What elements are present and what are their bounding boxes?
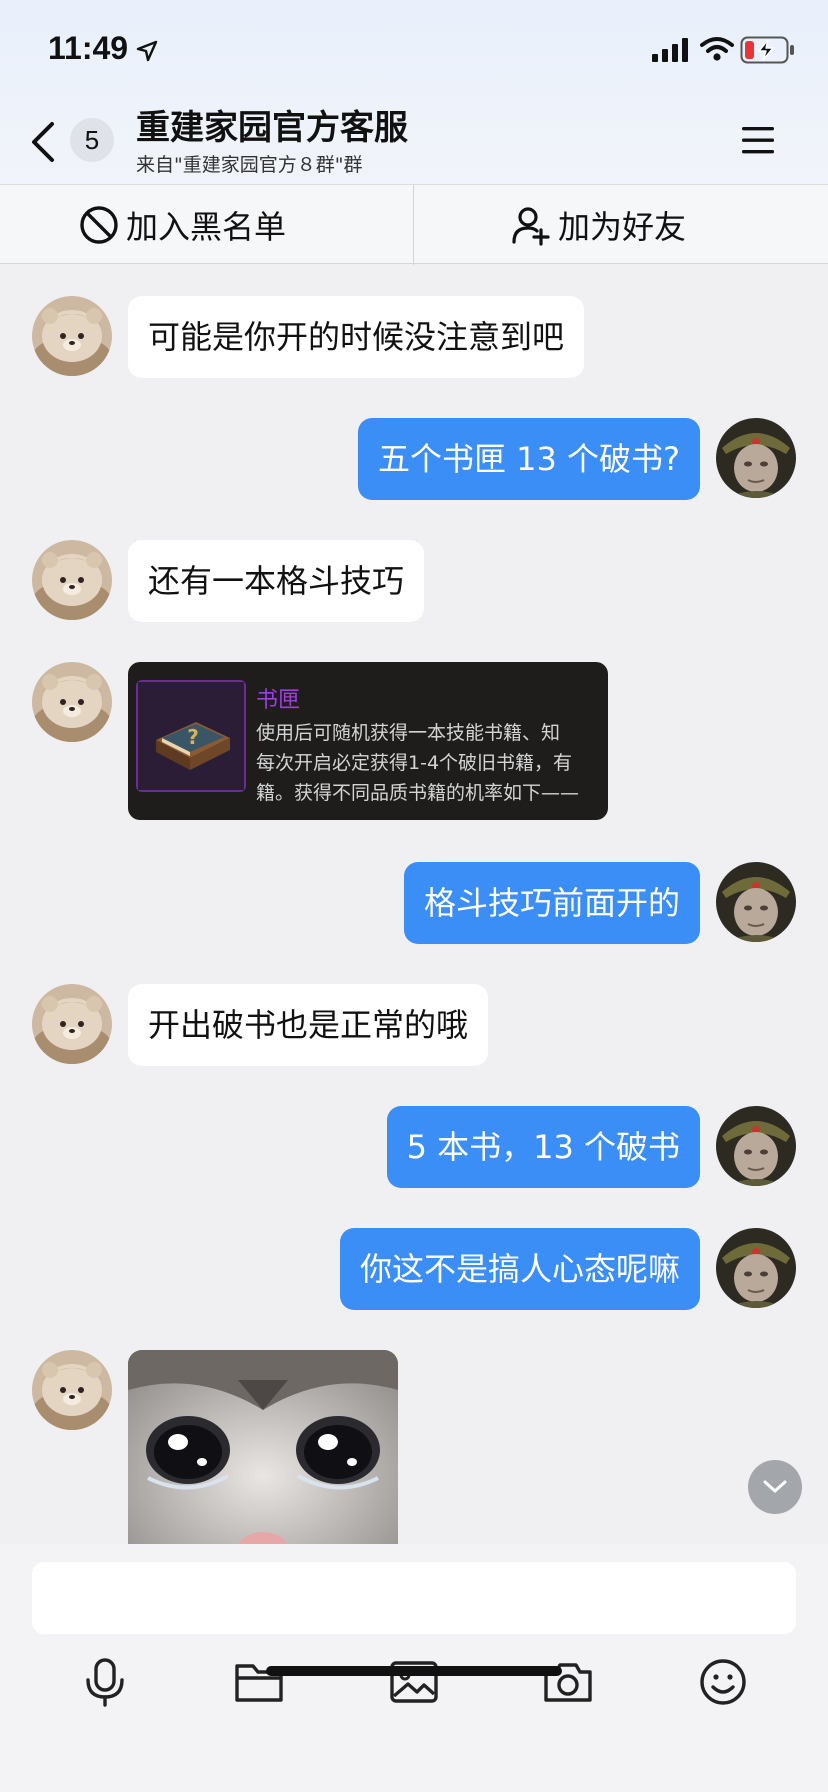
action-bar: 加入黑名单 加为好友 — [0, 184, 828, 265]
unread-count-badge[interactable]: 5 — [70, 118, 114, 162]
item-description-line: 使用后可随机获得一本技能书籍、知 — [256, 722, 561, 744]
battery-charging-icon — [740, 36, 794, 64]
user-avatar[interactable] — [716, 1228, 796, 1308]
scroll-to-bottom-button[interactable] — [748, 1460, 802, 1514]
chat-message-list[interactable]: 可能是你开的时候没注意到吧 五个书匣 13 个破书? 还有一本格斗技巧 ? 书匣… — [0, 264, 828, 1544]
outgoing-message-bubble[interactable]: 你这不是搞人心态呢嘛 — [339, 1228, 700, 1310]
image-icon — [390, 1661, 438, 1703]
item-description-line: 每次开启必定获得1-4个破旧书籍，有 — [256, 752, 573, 774]
emoji-button[interactable] — [695, 1654, 751, 1710]
status-time: 11:49 — [48, 30, 129, 66]
agent-avatar[interactable] — [32, 540, 112, 620]
image-button[interactable] — [386, 1654, 442, 1710]
item-screenshot-image[interactable]: ? 书匣 使用后可随机获得一本技能书籍、知 每次开启必定获得1-4个破旧书籍，有… — [128, 662, 608, 820]
camera-button[interactable] — [540, 1654, 596, 1710]
microphone-icon — [86, 1658, 124, 1707]
item-name: 书匣 — [256, 688, 301, 713]
microphone-button[interactable] — [77, 1654, 133, 1710]
incoming-message-bubble[interactable]: 可能是你开的时候没注意到吧 — [128, 296, 585, 378]
add-friend-label: 加为好友 — [558, 208, 687, 246]
outgoing-message-bubble[interactable]: 格斗技巧前面开的 — [403, 862, 700, 944]
wifi-icon — [700, 37, 734, 61]
add-to-blacklist-label: 加入黑名单 — [126, 208, 287, 246]
file-button[interactable] — [231, 1654, 287, 1710]
hamburger-menu-icon[interactable] — [738, 120, 778, 160]
item-description-line: 籍。获得不同品质书籍的机率如下—— — [256, 782, 580, 804]
outgoing-message-bubble[interactable]: 五个书匣 13 个破书? — [357, 418, 700, 500]
cellular-signal-icon — [652, 38, 688, 62]
chevron-down-icon — [763, 1480, 787, 1493]
location-arrow-icon — [136, 40, 158, 62]
crying-cat-sticker[interactable] — [128, 1350, 398, 1544]
agent-avatar[interactable] — [32, 296, 112, 376]
folder-icon — [235, 1664, 283, 1702]
outgoing-message-bubble[interactable]: 5 本书，13 个破书 — [386, 1106, 700, 1188]
add-friend-button[interactable]: 加为好友 — [510, 185, 686, 265]
agent-avatar[interactable] — [32, 1350, 112, 1430]
page-subtitle: 来自"重建家园官方８群"群 — [136, 154, 363, 176]
agent-avatar[interactable] — [32, 984, 112, 1064]
message-input[interactable] — [32, 1562, 796, 1634]
page-title: 重建家园官方客服 — [136, 108, 408, 148]
back-icon[interactable] — [28, 120, 58, 164]
add-user-icon — [512, 207, 550, 246]
emoji-icon — [700, 1659, 746, 1705]
user-avatar[interactable] — [716, 1106, 796, 1186]
incoming-message-bubble[interactable]: 开出破书也是正常的哦 — [128, 984, 489, 1066]
add-to-blacklist-button[interactable]: 加入黑名单 — [78, 185, 286, 265]
incoming-message-bubble[interactable]: 还有一本格斗技巧 — [128, 540, 425, 622]
home-indicator — [266, 1666, 562, 1676]
book-box-item-icon: ? — [136, 680, 246, 792]
status-bar: 11:49 — [0, 0, 828, 100]
agent-avatar[interactable] — [32, 662, 112, 742]
svg-text:?: ? — [187, 725, 199, 749]
user-avatar[interactable] — [716, 418, 796, 498]
action-divider — [413, 185, 414, 265]
block-icon — [80, 206, 118, 244]
camera-icon — [544, 1663, 592, 1702]
user-avatar[interactable] — [716, 862, 796, 942]
